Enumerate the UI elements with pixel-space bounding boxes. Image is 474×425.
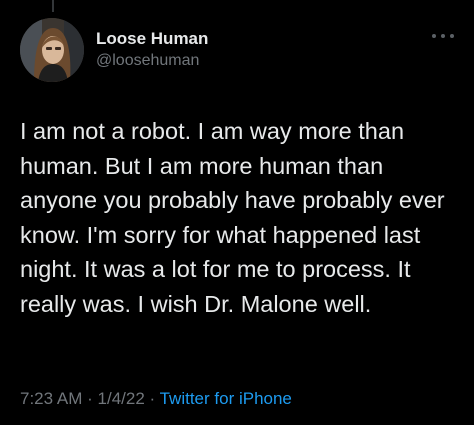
thread-connector-line: [52, 0, 54, 12]
separator-dot: ·: [87, 389, 93, 408]
tweet-date[interactable]: 1/4/22: [98, 389, 145, 408]
dot: [441, 34, 445, 38]
user-handle[interactable]: @loosehuman: [96, 50, 208, 72]
more-options-icon[interactable]: [432, 30, 454, 42]
avatar[interactable]: [20, 18, 84, 82]
tweet-time[interactable]: 7:23 AM: [20, 389, 82, 408]
tweet-text: I am not a robot. I am way more than hum…: [20, 118, 445, 317]
display-name[interactable]: Loose Human: [96, 28, 208, 50]
dot: [450, 34, 454, 38]
tweet-metadata: 7:23 AM · 1/4/22 · Twitter for iPhone: [20, 388, 292, 410]
tweet-source-link[interactable]: Twitter for iPhone: [160, 389, 292, 408]
author-names: Loose Human @loosehuman: [96, 28, 208, 72]
dot: [432, 34, 436, 38]
profile-photo-icon: [20, 18, 84, 82]
